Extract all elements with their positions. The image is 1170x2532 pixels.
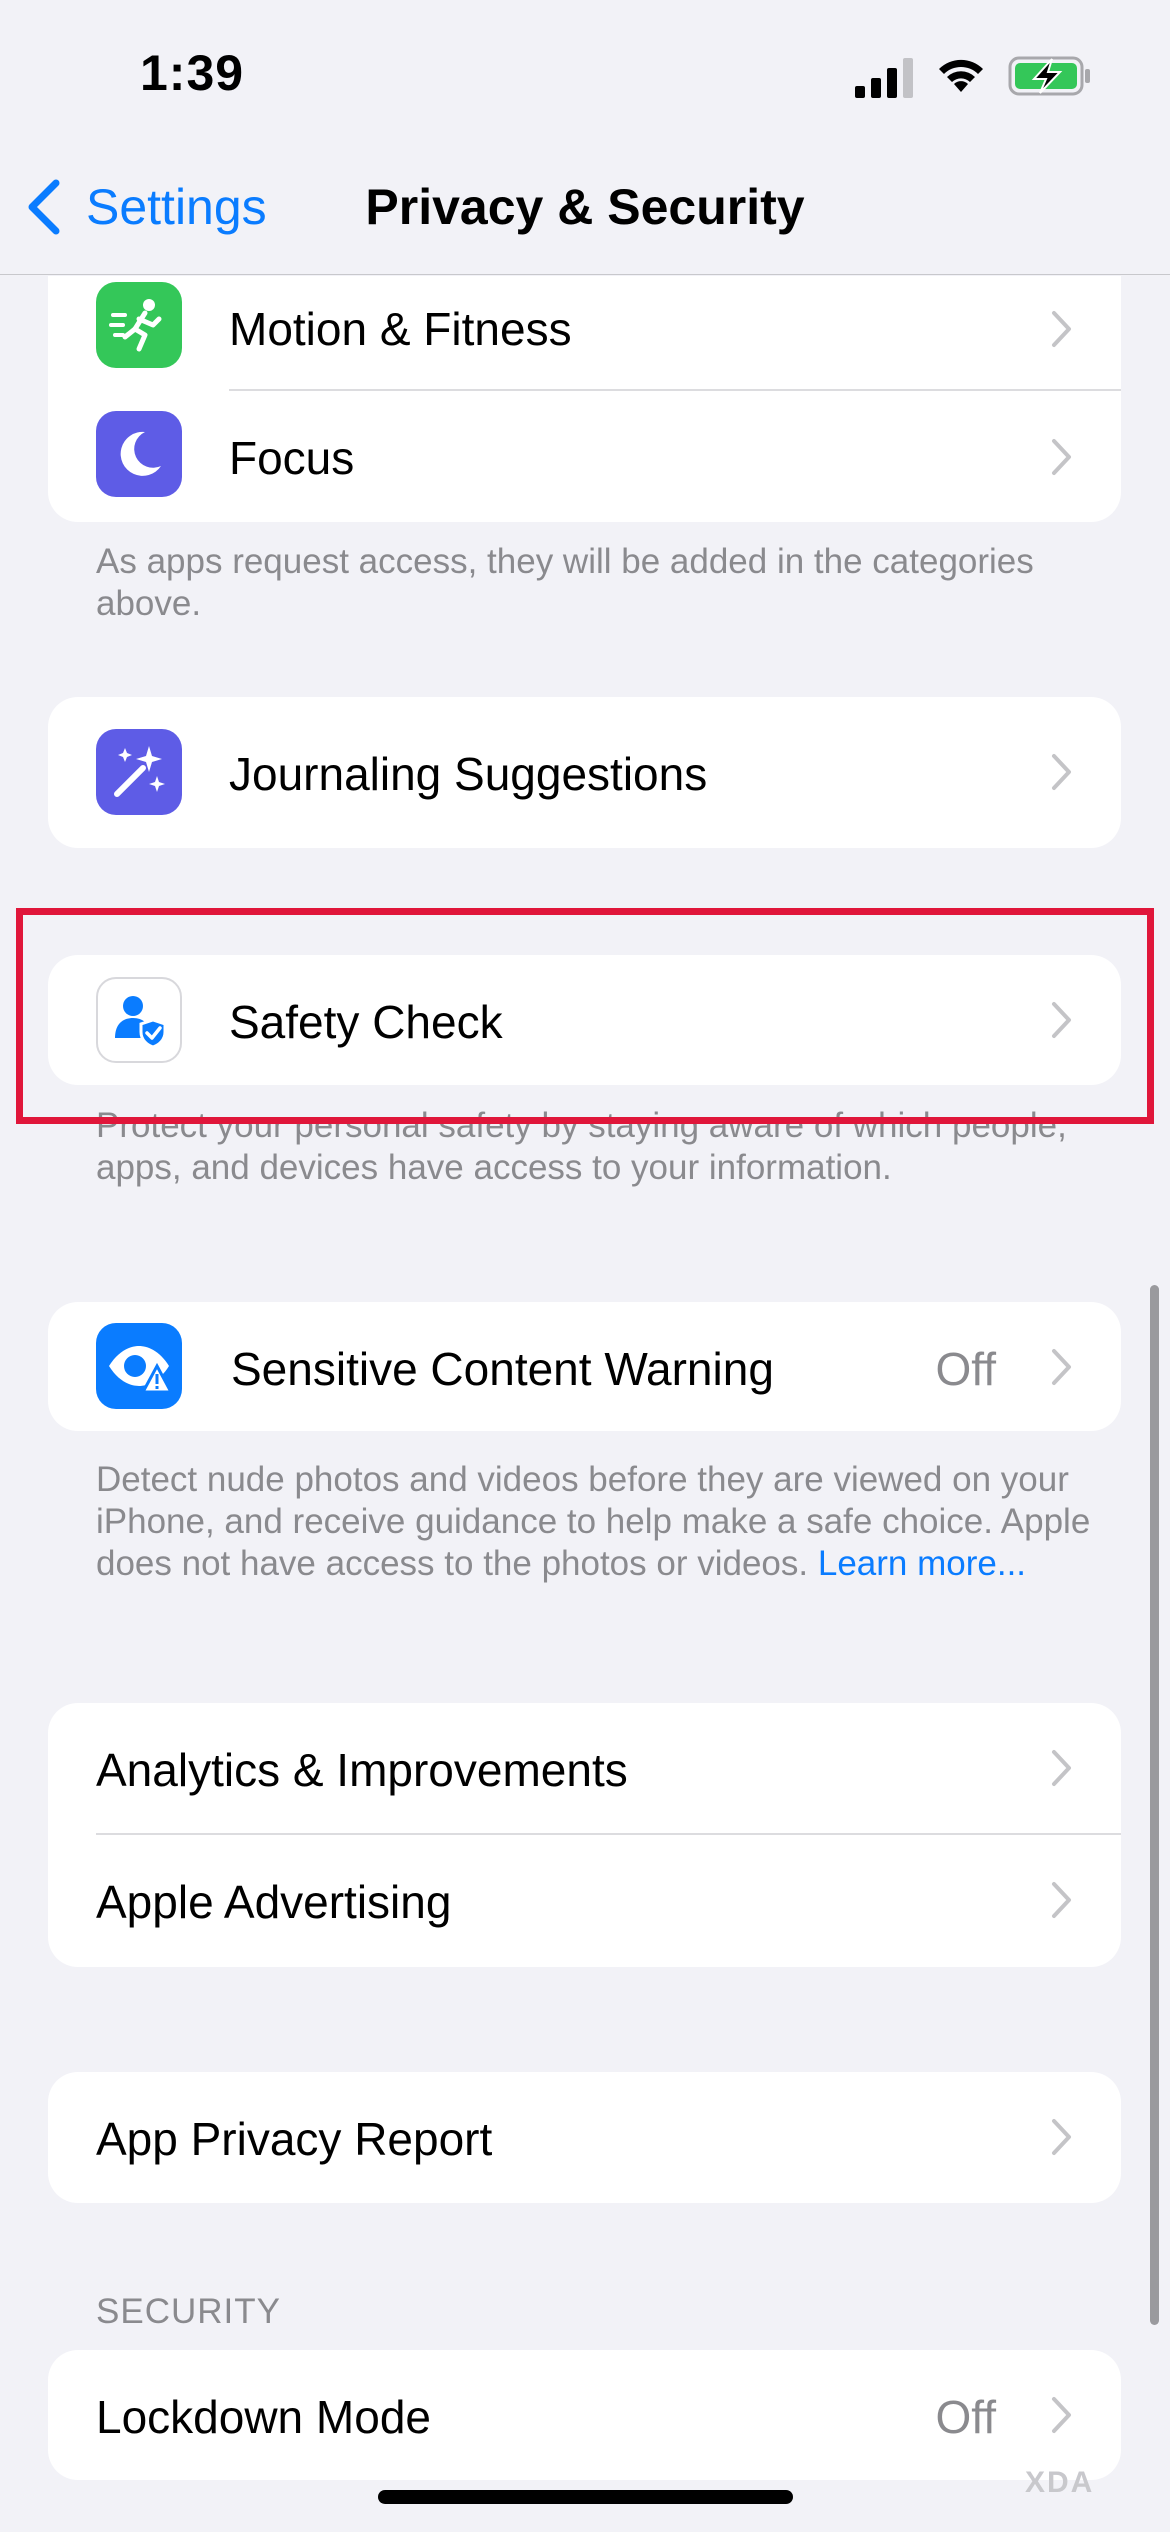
scrollbar[interactable]: [1150, 1285, 1159, 2325]
row-label: Apple Advertising: [96, 1876, 452, 1928]
highlight-box: [16, 908, 1154, 1124]
group-footer-text: As apps request access, they will be add…: [96, 542, 1034, 623]
list-item-apple-advertising[interactable]: Apple Advertising: [48, 1835, 1121, 1967]
row-label: App Privacy Report: [96, 2113, 493, 2165]
section-header-security: SECURITY: [96, 2292, 281, 2331]
page-title: Privacy & Security: [365, 179, 805, 235]
home-indicator[interactable]: [378, 2490, 793, 2504]
chevron-right-icon: [1052, 2397, 1071, 2433]
row-label: Analytics & Improvements: [96, 1744, 628, 1796]
chevron-right-icon: [1052, 439, 1071, 475]
chevron-right-icon: [1052, 1882, 1071, 1918]
wifi-icon: [939, 59, 983, 92]
permissions-group: Motion & Fitness Focus: [48, 276, 1121, 522]
row-value: Off: [935, 2391, 996, 2443]
eye-warning-icon: [96, 1323, 182, 1409]
sensitive-content-group: Sensitive Content Warning Off: [48, 1302, 1121, 1431]
sparkle-wand-icon: [96, 729, 182, 815]
status-time: 1:39: [140, 45, 245, 101]
list-item-app-privacy-report[interactable]: App Privacy Report: [48, 2072, 1121, 2203]
chevron-right-icon: [1052, 1750, 1071, 1786]
journaling-group: Journaling Suggestions: [48, 697, 1121, 848]
chevron-right-icon: [1052, 311, 1071, 347]
row-label: Motion & Fitness: [229, 303, 572, 355]
row-label: Focus: [229, 432, 355, 484]
list-item-journaling-suggestions[interactable]: Journaling Suggestions: [48, 697, 1121, 848]
list-item-analytics-improvements[interactable]: Analytics & Improvements: [48, 1703, 1121, 1834]
row-label: Journaling Suggestions: [229, 748, 708, 800]
running-figure-icon: [96, 282, 182, 368]
chevron-right-icon: [1052, 1349, 1071, 1385]
analytics-group: Analytics & Improvements Apple Advertisi…: [48, 1703, 1121, 1967]
chevron-right-icon: [1052, 2119, 1071, 2155]
row-label: Lockdown Mode: [96, 2391, 431, 2443]
list-item-lockdown-mode[interactable]: Lockdown Mode Off: [48, 2350, 1121, 2480]
learn-more-link[interactable]: Learn more...: [818, 1544, 1026, 1583]
battery-charging-icon: [1008, 56, 1090, 96]
row-label: Sensitive Content Warning: [231, 1343, 774, 1395]
list-item-motion-fitness[interactable]: Motion & Fitness: [48, 276, 1121, 386]
xda-watermark: XDA: [1025, 2466, 1095, 2499]
cellular-signal-icon: [855, 58, 913, 98]
security-group: Lockdown Mode Off: [48, 2350, 1121, 2480]
sensitive-content-footer-text: Detect nude photos and videos before the…: [96, 1459, 1096, 1585]
moon-icon: [96, 411, 182, 497]
chevron-right-icon: [1052, 754, 1071, 790]
row-value: Off: [935, 1343, 996, 1395]
list-item-sensitive-content-warning[interactable]: Sensitive Content Warning Off: [48, 1302, 1121, 1431]
privacy-report-group: App Privacy Report: [48, 2072, 1121, 2203]
list-item-focus[interactable]: Focus: [48, 391, 1121, 522]
